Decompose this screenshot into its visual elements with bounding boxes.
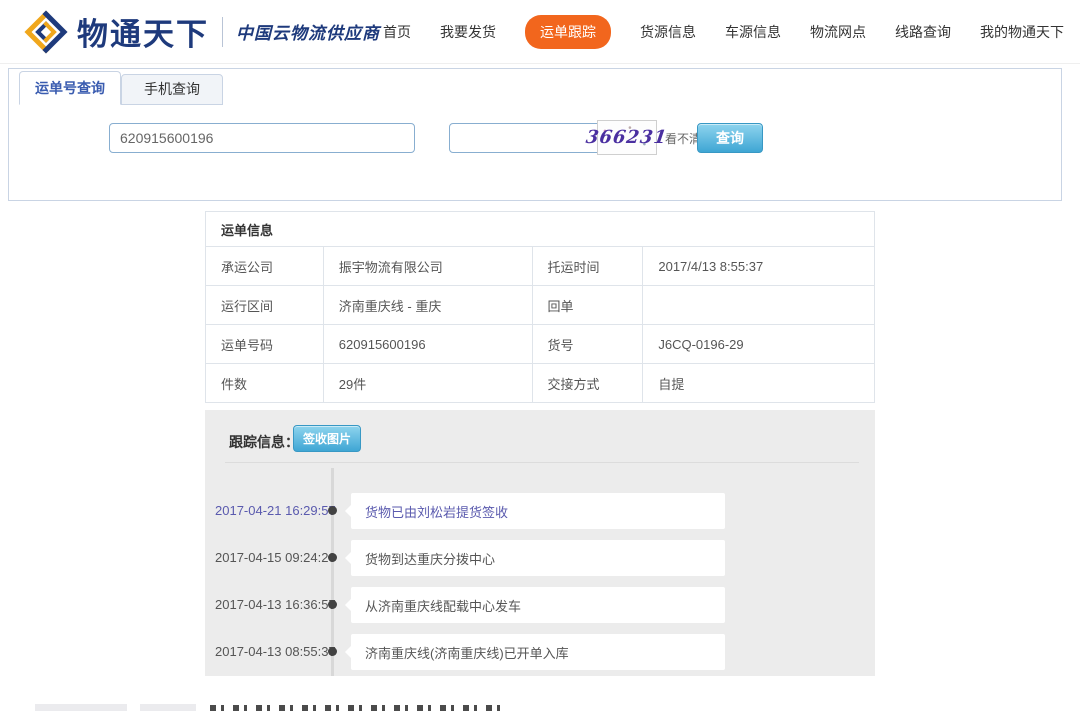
cell-value: 济南重庆线 - 重庆 [323,286,532,325]
table-row: 运单号码 620915600196 货号 J6CQ-0196-29 [206,325,875,364]
query-panel: 运单号查询 手机查询 366231 看不清 查询 [8,68,1062,201]
cell-label: 托运时间 [532,247,643,286]
table-row: 运行区间 济南重庆线 - 重庆 回单 [206,286,875,325]
tab-phone-query[interactable]: 手机查询 [121,74,223,105]
cell-value: 620915600196 [323,325,532,364]
timeline-event: 2017-04-13 16:36:57 从济南重庆线配载中心发车 [205,587,875,623]
logo[interactable]: 物通天下 中国云物流供应商 [24,9,380,54]
timeline-dot-icon [328,647,337,656]
cell-label: 运单号码 [206,325,324,364]
table-row: 承运公司 振宇物流有限公司 托运时间 2017/4/13 8:55:37 [206,247,875,286]
cell-value: 自提 [643,364,875,403]
timeline-dot-icon [328,600,337,609]
cell-label: 交接方式 [532,364,643,403]
event-time: 2017-04-21 16:29:57 [215,503,333,518]
brand-diamond-icon [24,10,68,54]
cell-label: 件数 [206,364,324,403]
receipt-image-button[interactable]: 签收图片 [293,425,361,452]
timeline-dot-icon [328,553,337,562]
nav-item-cargo-info[interactable]: 货源信息 [640,22,696,42]
event-text[interactable]: 货物已由刘松岩提货签收 [351,493,725,529]
event-text: 从济南重庆线配载中心发车 [351,587,725,623]
waybill-table-title: 运单信息 [206,212,875,247]
tab-waybill-number-query[interactable]: 运单号查询 [19,71,121,105]
footer-faded-block [35,704,127,711]
footer-truncated-text [0,695,1080,711]
cell-value: 2017/4/13 8:55:37 [643,247,875,286]
waybill-info-table: 运单信息 承运公司 振宇物流有限公司 托运时间 2017/4/13 8:55:3… [205,211,875,403]
tracking-divider [225,462,859,463]
cell-label: 货号 [532,325,643,364]
search-button[interactable]: 查询 [697,123,763,153]
nav-item-waybill-tracking[interactable]: 运单跟踪 [525,15,611,49]
brand-name: 物通天下 [77,9,209,54]
nav-item-vehicle-info[interactable]: 车源信息 [725,22,781,42]
nav-item-my-account[interactable]: 我的物通天下 [980,22,1064,42]
tracking-panel: 跟踪信息： 签收图片 2017-04-21 16:29:57 货物已由刘松岩提货… [205,410,875,676]
nav-item-ship[interactable]: 我要发货 [440,22,496,42]
waybill-number-input[interactable] [109,123,415,153]
cell-label: 回单 [532,286,643,325]
cell-value [643,286,875,325]
brand-tagline: 中国云物流供应商 [236,19,380,44]
nav-item-route-query[interactable]: 线路查询 [895,22,951,42]
nav-item-home[interactable]: 首页 [383,22,411,42]
header: 物通天下 中国云物流供应商 首页 我要发货 运单跟踪 货源信息 车源信息 物流网… [0,0,1080,64]
timeline-event: 2017-04-21 16:29:57 货物已由刘松岩提货签收 [205,493,875,529]
refresh-captcha-link[interactable]: 看不清 [665,130,701,147]
brand-separator [222,17,223,47]
timeline-event: 2017-04-13 08:55:37 济南重庆线(济南重庆线)已开单入库 [205,634,875,670]
captcha-code: 366231 [585,127,669,148]
event-text: 济南重庆线(济南重庆线)已开单入库 [351,634,725,670]
main-nav: 首页 我要发货 运单跟踪 货源信息 车源信息 物流网点 线路查询 我的物通天下 [383,0,1064,63]
table-row: 件数 29件 交接方式 自提 [206,364,875,403]
cell-value: J6CQ-0196-29 [643,325,875,364]
nav-item-logistics-outlets[interactable]: 物流网点 [810,22,866,42]
timeline-dot-icon [328,506,337,515]
timeline-event: 2017-04-15 09:24:20 货物到达重庆分拨中心 [205,540,875,576]
waybill-table-title-row: 运单信息 [206,212,875,247]
footer-clipped-glyphs [210,705,502,711]
event-time: 2017-04-13 16:36:57 [215,597,333,612]
event-time: 2017-04-15 09:24:20 [215,550,333,565]
captcha-image[interactable]: 366231 [597,120,657,155]
footer-faded-block [140,704,196,711]
cell-value: 29件 [323,364,532,403]
cell-value: 振宇物流有限公司 [323,247,532,286]
cell-label: 承运公司 [206,247,324,286]
event-text: 货物到达重庆分拨中心 [351,540,725,576]
cell-label: 运行区间 [206,286,324,325]
tracking-title: 跟踪信息： [229,432,299,452]
event-time: 2017-04-13 08:55:37 [215,644,333,659]
